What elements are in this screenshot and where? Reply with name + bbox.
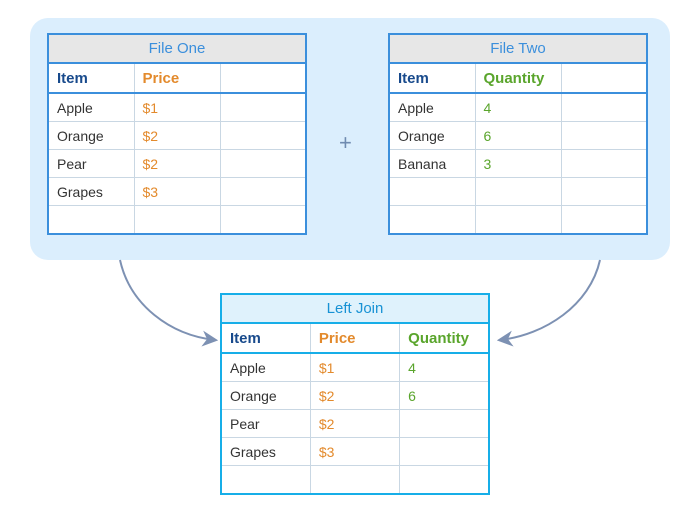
file-two-col-blank: [561, 63, 647, 93]
table-row: Pear $2: [221, 410, 489, 438]
table-row: Pear $2: [48, 150, 306, 178]
table-row: Apple $1: [48, 93, 306, 122]
result-title: Left Join: [220, 293, 490, 322]
plus-icon: +: [339, 130, 352, 156]
arrow-right-icon: [490, 255, 620, 355]
file-one-col-blank: [220, 63, 306, 93]
file-two-title: File Two: [388, 33, 648, 62]
file-one-col-price: Price: [134, 63, 220, 93]
table-row: Apple 4: [389, 93, 647, 122]
table-row: Apple $1 4: [221, 353, 489, 382]
table-row: Grapes $3: [48, 178, 306, 206]
table-row: Banana 3: [389, 150, 647, 178]
file-one-table: File One Item Price Apple $1 Orange $2 P…: [47, 33, 307, 235]
table-row: Grapes $3: [221, 438, 489, 466]
result-table: Left Join Item Price Quantity Apple $1 4…: [220, 293, 490, 495]
table-row: [389, 206, 647, 234]
table-row: [221, 466, 489, 494]
file-two-table: File Two Item Quantity Apple 4 Orange 6 …: [388, 33, 648, 235]
table-row: Orange $2: [48, 122, 306, 150]
result-col-item: Item: [221, 323, 310, 353]
table-row: [48, 206, 306, 234]
file-one-title: File One: [47, 33, 307, 62]
file-one-col-item: Item: [48, 63, 134, 93]
file-two-col-item: Item: [389, 63, 475, 93]
table-row: Orange $2 6: [221, 382, 489, 410]
table-row: Orange 6: [389, 122, 647, 150]
result-col-price: Price: [310, 323, 399, 353]
arrow-left-icon: [100, 255, 230, 355]
result-col-qty: Quantity: [400, 323, 489, 353]
table-row: [389, 178, 647, 206]
file-two-col-qty: Quantity: [475, 63, 561, 93]
